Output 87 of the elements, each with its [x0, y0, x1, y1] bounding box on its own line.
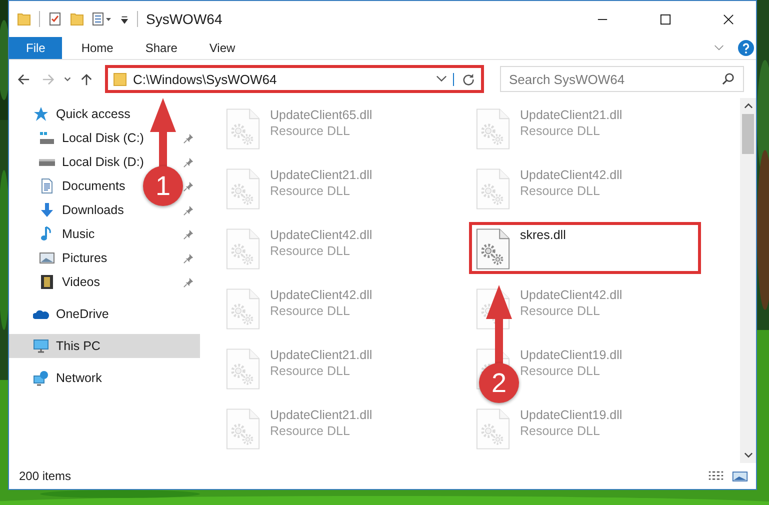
sidebar-item[interactable]: This PC	[9, 334, 200, 358]
ribbon-tab[interactable]: Share	[132, 37, 190, 59]
ribbon-tab[interactable]: View	[196, 37, 248, 59]
file-name: UpdateClient19.dll	[520, 348, 622, 362]
network-icon	[33, 370, 49, 386]
gear-file-icon	[226, 287, 260, 331]
drive-icon	[39, 158, 55, 166]
search-icon	[722, 72, 735, 85]
pin-icon[interactable]	[183, 156, 194, 168]
dropdown-icon[interactable]	[120, 14, 129, 24]
window-title: SysWOW64	[146, 11, 222, 27]
document-icon	[39, 178, 55, 194]
ribbon-tab[interactable]: Home	[68, 37, 126, 59]
file-name: UpdateClient42.dll	[270, 288, 372, 302]
file-type: Resource DLL	[270, 124, 351, 138]
file-name: UpdateClient42.dll	[520, 288, 622, 302]
sidebar-item[interactable]: Downloads	[9, 198, 128, 222]
pin-icon[interactable]	[183, 132, 194, 144]
sidebar-item[interactable]: OneDrive	[9, 302, 200, 326]
sidebar-item[interactable]: Network	[9, 366, 200, 390]
download-icon	[39, 202, 55, 218]
file-item[interactable]: skres.dll	[469, 222, 701, 274]
file-name: UpdateClient42.dll	[270, 228, 372, 242]
details-view-icon[interactable]	[708, 470, 724, 482]
gear-file-icon	[226, 167, 260, 211]
file-name: UpdateClient21.dll	[270, 348, 372, 362]
file-name: UpdateClient21.dll	[270, 408, 372, 422]
file-name: UpdateClient19.dll	[520, 408, 622, 422]
file-type: Resource DLL	[270, 244, 351, 258]
ribbon-tab[interactable]: File	[9, 37, 62, 59]
scroll-up-icon[interactable]	[744, 102, 752, 110]
pin-icon[interactable]	[183, 204, 194, 216]
gear-file-icon	[476, 167, 510, 211]
file-name: UpdateClient65.dll	[270, 108, 372, 122]
file-name: UpdateClient21.dll	[520, 108, 622, 122]
file-name: UpdateClient21.dll	[270, 168, 372, 182]
dropdown-icon[interactable]	[63, 74, 72, 84]
drive-icon	[39, 130, 55, 146]
maximize-icon[interactable]	[660, 14, 671, 24]
file-type: Resource DLL	[520, 184, 601, 198]
address-path: C:\Windows\SysWOW64	[133, 72, 278, 86]
close-icon[interactable]	[723, 14, 734, 24]
sidebar-item[interactable]: Music	[9, 222, 99, 246]
pin-icon[interactable]	[183, 252, 194, 264]
gear-file-icon	[476, 107, 510, 151]
file-type: Resource DLL	[520, 304, 601, 318]
large-icons-view-icon[interactable]	[732, 470, 748, 482]
picture-icon	[39, 250, 55, 266]
folder-icon	[113, 72, 127, 86]
sidebar-item[interactable]: Videos	[9, 270, 104, 294]
pin-icon[interactable]	[183, 228, 194, 240]
help-icon[interactable]	[738, 40, 754, 56]
gear-file-icon	[476, 227, 510, 271]
sidebar-item[interactable]: Quick access	[9, 102, 200, 126]
gear-file-icon	[226, 347, 260, 391]
pin-icon[interactable]	[183, 276, 194, 288]
file-type: Resource DLL	[270, 424, 351, 438]
file-type: Resource DLL	[520, 424, 601, 438]
computer-icon	[33, 338, 49, 354]
properties-icon[interactable]	[92, 12, 112, 26]
address-bar[interactable]: C:\Windows\SysWOW64	[105, 65, 484, 93]
chevron-icon[interactable]	[714, 44, 724, 52]
scrollbar-thumb[interactable]	[742, 114, 754, 154]
checklist-icon[interactable]	[48, 12, 62, 26]
sidebar-item[interactable]: Pictures	[9, 246, 112, 270]
gear-file-icon	[226, 407, 260, 451]
file-name: UpdateClient42.dll	[520, 168, 622, 182]
search-field[interactable]: Search SysWOW64	[500, 66, 744, 92]
star-icon	[33, 106, 49, 122]
file-type: Resource DLL	[520, 364, 601, 378]
file-type: Resource DLL	[520, 124, 601, 138]
file-type: Resource DLL	[270, 364, 351, 378]
gear-file-icon	[226, 227, 260, 271]
back-icon[interactable]	[17, 72, 30, 86]
pin-icon[interactable]	[183, 180, 194, 192]
gear-file-icon	[226, 107, 260, 151]
file-type: Resource DLL	[270, 304, 351, 318]
file-type: Resource DLL	[270, 184, 351, 198]
sidebar-item[interactable]: Local Disk (C:)	[9, 126, 148, 150]
film-icon	[39, 274, 55, 290]
item-count: 200 items	[19, 469, 72, 483]
sidebar-item[interactable]: Documents	[9, 174, 130, 198]
dropdown-icon[interactable]	[436, 75, 447, 83]
scroll-down-icon[interactable]	[744, 451, 752, 459]
gear-file-icon	[476, 407, 510, 451]
up-icon[interactable]	[80, 72, 93, 86]
file-name: skres.dll	[520, 228, 566, 242]
